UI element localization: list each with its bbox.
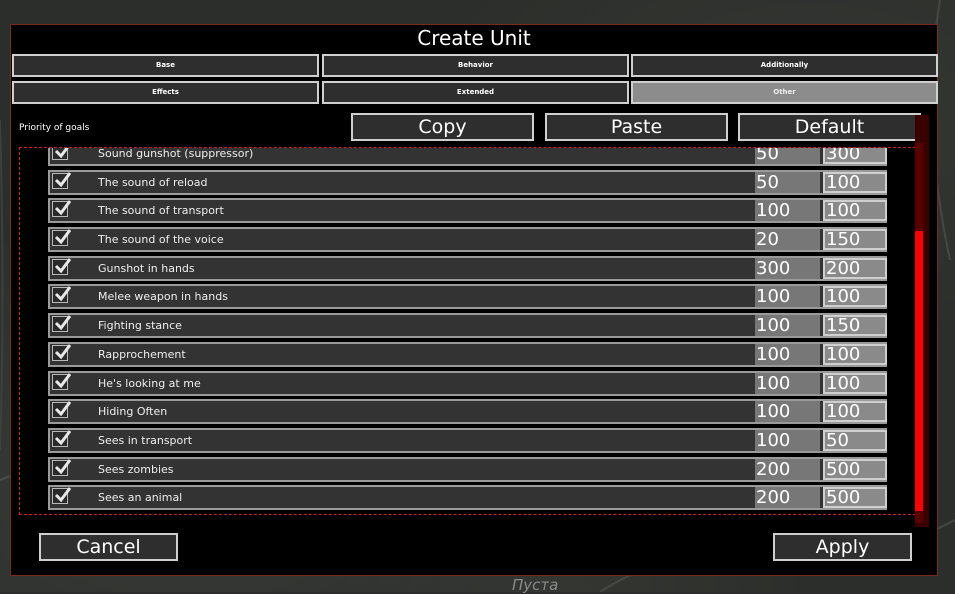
priority-list: Sound gunshot (suppressor) 50 300 The so… (19, 147, 916, 515)
checkmark-icon (54, 343, 72, 360)
list-item-label: Sound gunshot (suppressor) (98, 147, 254, 160)
tab-base[interactable]: Base (12, 54, 319, 77)
list-item-label: Sees in transport (98, 433, 193, 447)
list-item-label: Melee weapon in hands (98, 290, 228, 304)
value-input-1[interactable]: 100 (755, 286, 820, 308)
tab-other[interactable]: Other (631, 81, 938, 104)
list-item: Sees zombies 200 500 (48, 456, 887, 482)
apply-button[interactable]: Apply (773, 533, 912, 561)
copy-button[interactable]: Copy (351, 113, 534, 141)
checkmark-icon (54, 315, 72, 331)
checkbox[interactable] (52, 401, 72, 419)
tab-additionally[interactable]: Additionally (631, 54, 938, 77)
tab-behavior[interactable]: Behavior (322, 54, 629, 77)
list-item-label: Sees zombies (98, 462, 174, 476)
value-input-1[interactable]: 100 (755, 372, 820, 394)
value-input-2[interactable]: 100 (823, 171, 887, 193)
value-input-2[interactable]: 100 (823, 401, 887, 423)
value-input-2[interactable]: 100 (823, 343, 887, 365)
value-input-2[interactable]: 150 (823, 229, 887, 251)
list-scrollbar[interactable] (915, 115, 929, 527)
list-item: The sound of reload 50 100 (48, 169, 887, 195)
list-item-label: The sound of the voice (98, 233, 224, 247)
checkmark-icon (54, 372, 72, 388)
value-input-1[interactable]: 20 (755, 229, 820, 251)
value-input-2[interactable]: 100 (823, 286, 887, 308)
value-input-1[interactable]: 200 (755, 487, 820, 509)
priority-list-rows: Sound gunshot (suppressor) 50 300 The so… (48, 147, 887, 514)
checkmark-icon (54, 286, 72, 302)
scrollbar-thumb[interactable] (915, 231, 923, 511)
checkbox[interactable] (52, 286, 72, 304)
value-input-1[interactable]: 100 (755, 200, 820, 222)
list-item-label: Rapprochement (98, 347, 186, 361)
map-label: Пуста (512, 576, 559, 594)
list-item: Rapprochement 100 100 (48, 341, 887, 367)
checkmark-icon (54, 257, 72, 274)
cancel-button[interactable]: Cancel (39, 533, 178, 561)
checkmark-icon (54, 200, 72, 216)
value-input-2[interactable]: 500 (823, 458, 887, 480)
priority-of-goals-label: Priority of goals (19, 123, 90, 133)
value-input-2[interactable]: 100 (823, 372, 887, 394)
value-input-1[interactable]: 50 (755, 171, 820, 193)
checkbox[interactable] (52, 171, 72, 189)
tab-extended[interactable]: Extended (322, 81, 629, 104)
value-input-1[interactable]: 100 (755, 343, 820, 365)
checkbox[interactable] (52, 315, 72, 333)
list-item: Fighting stance 100 150 (48, 313, 887, 339)
dialog-title: Create Unit (417, 26, 531, 50)
list-item: Sound gunshot (suppressor) 50 300 (48, 147, 887, 166)
checkmark-icon (54, 429, 72, 446)
default-button[interactable]: Default (738, 113, 921, 141)
checkbox[interactable] (52, 229, 72, 247)
checkbox[interactable] (52, 372, 72, 390)
list-item: The sound of transport 100 100 (48, 198, 887, 224)
list-item: Hiding Often 100 100 (48, 399, 887, 425)
list-item-label: The sound of reload (98, 175, 208, 189)
list-item-label: Gunshot in hands (98, 261, 195, 275)
checkbox[interactable] (52, 458, 72, 476)
paste-button[interactable]: Paste (545, 113, 728, 141)
list-item-label: Fighting stance (98, 319, 182, 333)
checkbox[interactable] (52, 200, 72, 218)
checkbox[interactable] (52, 343, 72, 361)
list-item: The sound of the voice 20 150 (48, 227, 887, 253)
value-input-2[interactable]: 500 (823, 487, 887, 509)
value-input-1[interactable]: 50 (755, 148, 820, 164)
value-input-1[interactable]: 100 (755, 401, 820, 423)
checkbox[interactable] (52, 487, 72, 505)
tab-effects[interactable]: Effects (12, 81, 319, 104)
value-input-1[interactable]: 100 (755, 315, 820, 337)
list-item-label: Sees an animal (98, 491, 183, 505)
value-input-1[interactable]: 200 (755, 458, 820, 480)
list-item: Sees an animal 200 500 (48, 485, 887, 511)
value-input-2[interactable]: 200 (823, 257, 887, 279)
list-item: He's looking at me 100 100 (48, 370, 887, 396)
value-input-2[interactable]: 100 (823, 200, 887, 222)
checkbox[interactable] (52, 148, 69, 160)
checkmark-icon (54, 401, 72, 417)
checkmark-icon (54, 229, 72, 245)
value-input-2[interactable]: 150 (823, 315, 887, 337)
list-item-label: He's looking at me (98, 376, 201, 390)
value-input-1[interactable]: 300 (755, 257, 820, 279)
checkbox[interactable] (52, 429, 72, 447)
list-item: Sees in transport 100 50 (48, 427, 887, 453)
list-item: Melee weapon in hands 100 100 (48, 284, 887, 310)
value-input-1[interactable]: 100 (755, 429, 820, 451)
list-item-label: The sound of transport (98, 204, 224, 218)
list-item: Gunshot in hands 300 200 (48, 255, 887, 281)
checkmark-icon (54, 458, 72, 474)
create-unit-dialog: Create Unit Base Behavior Additionally E… (10, 24, 938, 576)
checkmark-icon (54, 487, 72, 503)
value-input-2[interactable]: 50 (823, 429, 887, 451)
checkmark-icon (54, 171, 72, 187)
checkbox[interactable] (52, 257, 72, 275)
list-item-label: Hiding Often (98, 405, 168, 419)
checkmark-icon (54, 148, 69, 159)
value-input-2[interactable]: 300 (823, 148, 887, 164)
